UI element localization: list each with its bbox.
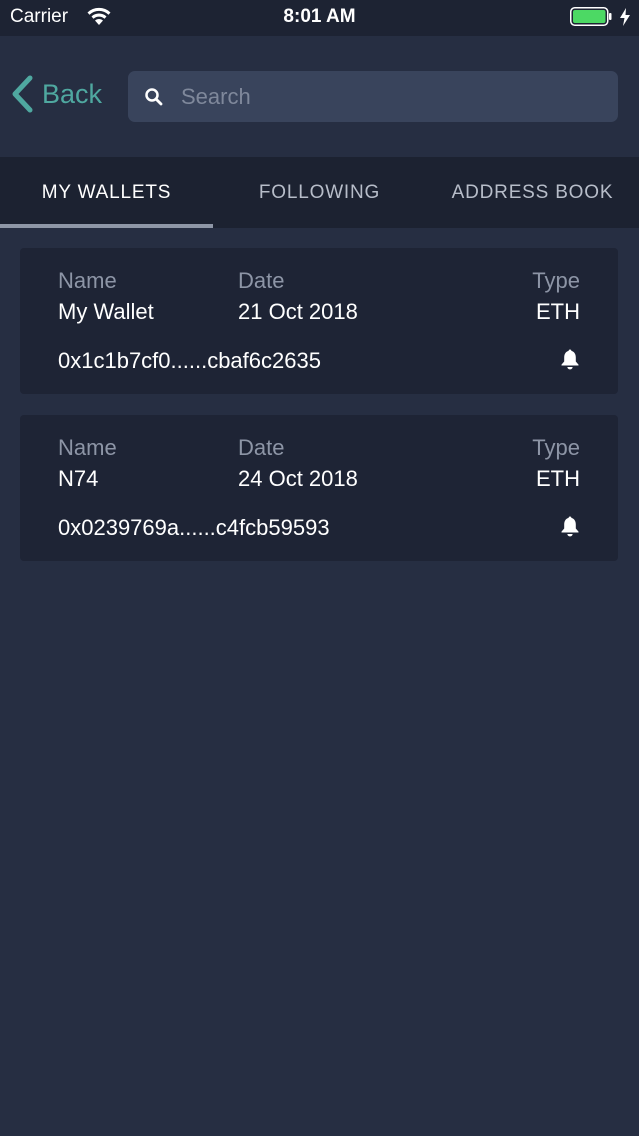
navigation-bar: Back [0,36,639,157]
bell-icon[interactable] [560,515,580,537]
wallet-date: 24 Oct 2018 [238,466,358,491]
tab-my-wallets[interactable]: MY WALLETS [0,157,213,228]
date-label: Date [238,268,285,293]
tab-address-book[interactable]: ADDRESS BOOK [426,157,639,228]
wallet-name: My Wallet [58,299,154,324]
active-tab-indicator [0,224,213,228]
wallet-date: 21 Oct 2018 [238,299,358,324]
wallet-type: ETH [536,299,580,324]
wallet-name: N74 [58,466,99,491]
back-button[interactable]: Back [10,74,102,114]
name-label: Name [58,268,117,293]
search-icon [145,87,163,105]
chevron-left-icon [12,75,33,113]
wallet-card[interactable]: Name Date Type N74 24 Oct 2018 ETH 0x023… [20,415,618,561]
battery-icon [570,7,612,26]
name-label: Name [58,435,117,460]
type-label: Type [532,435,580,460]
status-bar: Carrier 8:01 AM [0,0,639,36]
search-bar[interactable] [128,71,618,122]
back-label: Back [42,78,103,109]
bell-icon[interactable] [560,348,580,370]
wallet-card[interactable]: Name Date Type My Wallet 21 Oct 2018 ETH… [20,248,618,394]
tab-following[interactable]: FOLLOWING [213,157,426,228]
search-input[interactable] [179,82,618,111]
tab-bar: MY WALLETS FOLLOWING ADDRESS BOOK [0,157,639,228]
clock: 8:01 AM [283,6,356,27]
date-label: Date [238,435,285,460]
type-label: Type [532,268,580,293]
wallet-address: 0x1c1b7cf0......cbaf6c2635 [58,348,321,373]
wallet-address: 0x0239769a......c4fcb59593 [58,515,330,540]
charging-bolt-icon [620,8,630,26]
wallet-type: ETH [536,466,580,491]
